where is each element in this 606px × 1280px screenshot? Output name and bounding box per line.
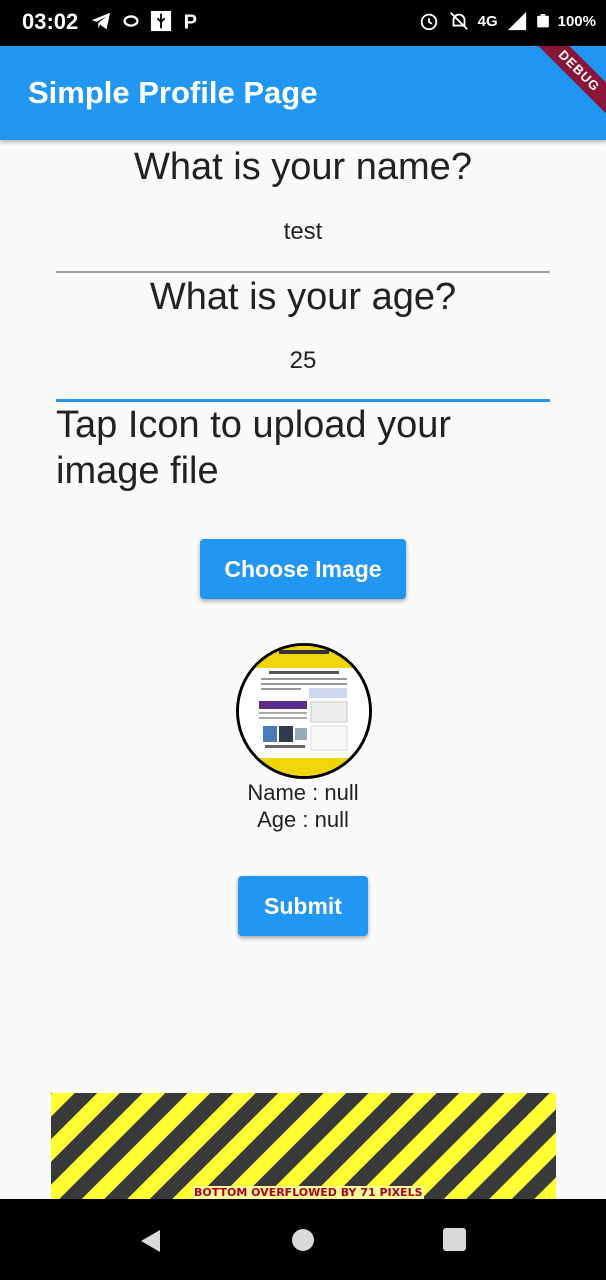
battery-icon: [536, 14, 549, 28]
battery-percent: 100%: [557, 12, 596, 30]
age-display: Age : null: [257, 807, 349, 832]
usb-icon: [150, 10, 172, 32]
choose-image-button[interactable]: Choose Image: [200, 539, 406, 599]
alarm-icon: [420, 13, 437, 31]
profile-image-avatar[interactable]: [236, 643, 372, 779]
overflow-warning: BOTTOM OVERFLOWED BY 71 PIXELS: [193, 1186, 424, 1199]
recents-icon[interactable]: [442, 1227, 467, 1252]
network-type: 4G: [477, 12, 498, 30]
sync-icon: [123, 15, 139, 27]
navigation-bar: [0, 1199, 606, 1280]
name-field[interactable]: test: [56, 218, 550, 246]
profile-image-thumbnail: [239, 646, 369, 776]
name-question: What is your name?: [134, 146, 472, 188]
back-icon[interactable]: [138, 1228, 164, 1254]
upload-instruction: Tap Icon to upload your image file: [56, 404, 452, 492]
debug-banner: DEBUG: [525, 46, 606, 125]
telegram-icon: [91, 12, 111, 30]
home-icon[interactable]: [291, 1228, 315, 1252]
overflow-indicator: [51, 1093, 556, 1200]
status-time: 03:02: [22, 9, 79, 34]
name-field-underline: [56, 271, 550, 273]
submit-button[interactable]: Submit: [238, 876, 368, 936]
svg-text:P: P: [184, 11, 197, 32]
page-title: Simple Profile Page: [28, 75, 318, 110]
age-field[interactable]: 25: [56, 347, 550, 375]
app-bar: Simple Profile Page DEBUG: [0, 46, 606, 140]
status-right-icons: 4G 100%: [418, 10, 596, 32]
status-left-icons: P: [90, 10, 202, 32]
parking-icon: P: [184, 11, 197, 32]
signal-icon: [507, 11, 526, 31]
name-display: Name : null: [247, 780, 359, 805]
age-question: What is your age?: [149, 276, 457, 318]
notifications-off-icon: [449, 12, 468, 30]
status-bar: 03:02 P 4G 100%: [0, 0, 606, 46]
